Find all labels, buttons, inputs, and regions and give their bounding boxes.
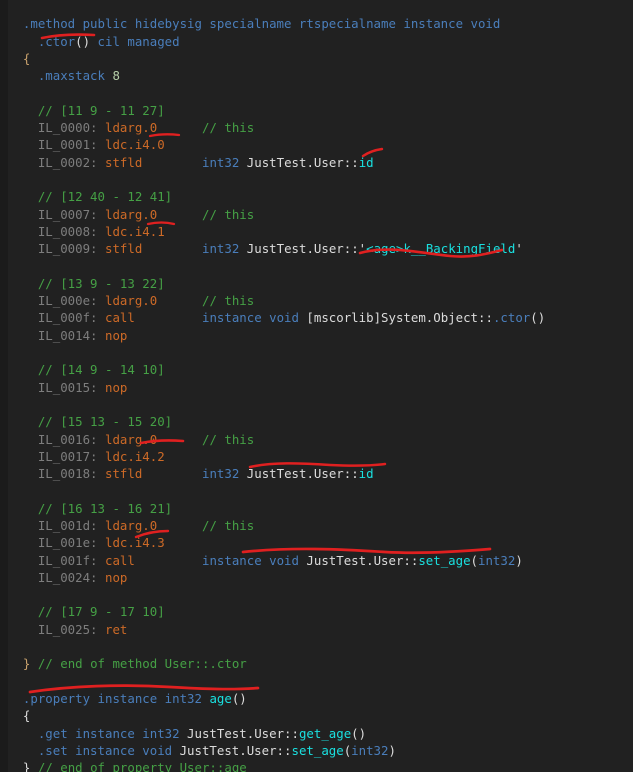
code-line: IL_001e: ldc.i4.3 <box>37 535 165 551</box>
code-line: // [12 40 - 12 41] <box>37 189 173 205</box>
code-line: } // end of property User::age <box>22 760 247 772</box>
code-line: IL_001f: call instance void JustTest.Use… <box>37 552 523 568</box>
code-line: IL_0007: ldarg.0 // this <box>37 206 255 222</box>
code-line: IL_0002: stfld int32 JustTest.User::id <box>37 154 374 170</box>
code-line: { <box>22 50 31 66</box>
code-line: IL_0018: stfld int32 JustTest.User::id <box>37 466 374 482</box>
code-line: IL_0009: stfld int32 JustTest.User::'<ag… <box>37 241 523 257</box>
code-line: IL_0008: ldc.i4.1 <box>37 223 165 239</box>
code-line: .property instance int32 age() <box>22 690 247 706</box>
code-line: .method public hidebysig specialname rts… <box>22 16 501 32</box>
il-code-block[interactable]: .method public hidebysig specialname rts… <box>8 12 633 772</box>
code-line: } // end of method User::.ctor <box>22 656 247 672</box>
code-line: .maxstack 8 <box>37 68 120 84</box>
code-line: IL_0025: ret <box>37 621 128 637</box>
code-line: // [16 13 - 16 21] <box>37 500 173 516</box>
code-line: // [11 9 - 11 27] <box>37 102 165 118</box>
code-line: IL_0017: ldc.i4.2 <box>37 448 165 464</box>
code-line: IL_0000: ldarg.0 // this <box>37 120 255 136</box>
code-line: IL_0024: nop <box>37 569 128 585</box>
code-line: // [13 9 - 13 22] <box>37 275 165 291</box>
code-line: // [15 13 - 15 20] <box>37 414 173 430</box>
code-line: IL_001d: ldarg.0 // this <box>37 518 255 533</box>
il-code-viewer: .method public hidebysig specialname rts… <box>0 0 633 772</box>
code-line: IL_0016: ldarg.0 // this <box>37 431 255 447</box>
code-line: { <box>22 708 31 724</box>
code-line: IL_0014: nop <box>37 327 128 343</box>
code-line: IL_000f: call instance void [mscorlib]Sy… <box>37 310 546 326</box>
editor-gutter-strip <box>0 0 8 772</box>
code-line: // [14 9 - 14 10] <box>37 362 165 378</box>
code-line: IL_0001: ldc.i4.0 <box>37 137 165 153</box>
code-line: .ctor() cil managed <box>37 33 180 49</box>
code-line: .set instance void JustTest.User::set_ag… <box>37 742 396 758</box>
code-line: // [17 9 - 17 10] <box>37 604 165 620</box>
code-line: .get instance int32 JustTest.User::get_a… <box>37 725 367 741</box>
code-line: IL_0015: nop <box>37 379 128 395</box>
code-line: IL_000e: ldarg.0 // this <box>37 293 255 309</box>
